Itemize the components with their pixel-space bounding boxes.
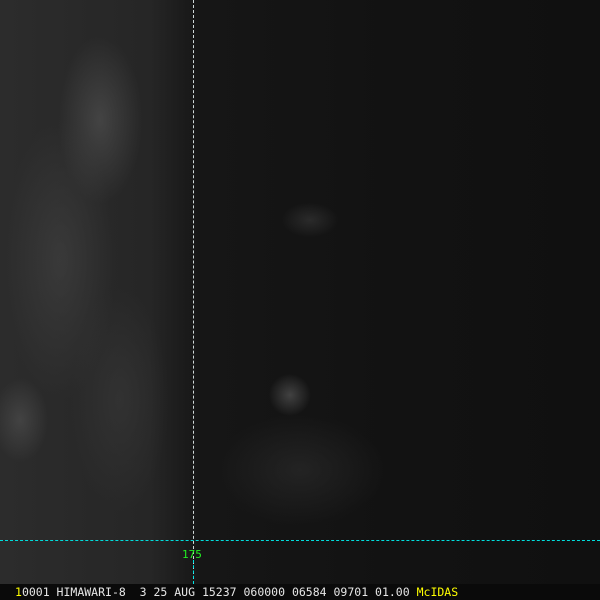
status-bar: 10001 HIMAWARI-8 3 25 AUG 15237 060000 0…	[0, 584, 600, 600]
latitude-grid-line	[0, 540, 600, 541]
longitude-grid-line-tick	[193, 560, 194, 584]
image-info-text: 0001 HIMAWARI-8 3 25 AUG 15237 060000 06…	[21, 585, 410, 599]
longitude-grid-line	[193, 0, 194, 584]
mcidas-brand: McIDAS	[416, 585, 459, 599]
longitude-label: 175	[182, 548, 202, 561]
frame-number: 1	[15, 585, 22, 599]
satellite-imagery	[0, 0, 600, 584]
satellite-image-frame: 175 10001 HIMAWARI-8 3 25 AUG 15237 0600…	[0, 0, 600, 600]
